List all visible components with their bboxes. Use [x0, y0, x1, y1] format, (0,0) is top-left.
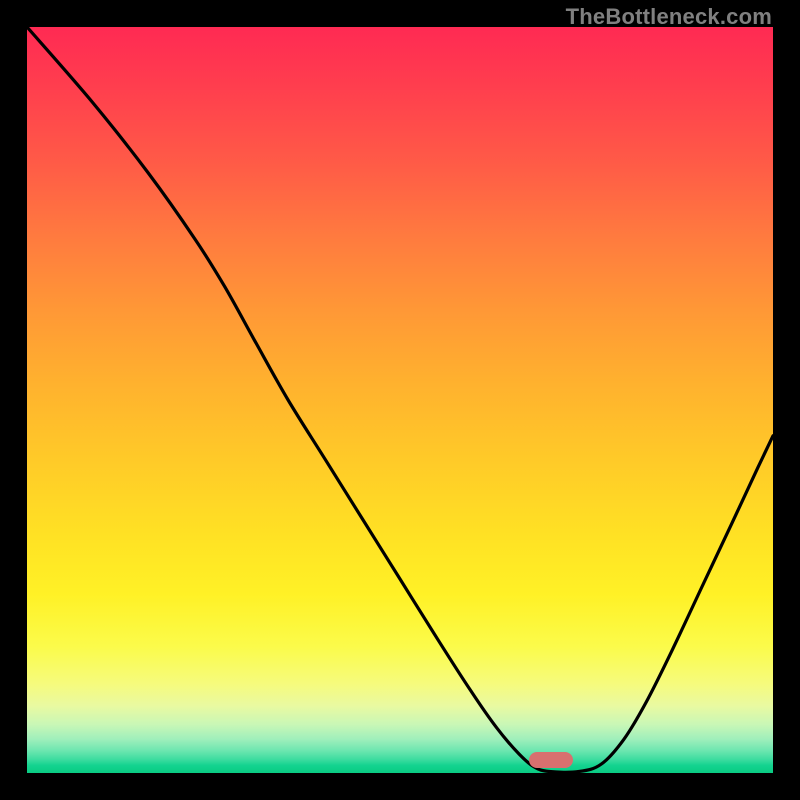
plot-area	[27, 27, 773, 773]
bottleneck-curve	[27, 27, 773, 773]
chart-frame: TheBottleneck.com	[0, 0, 800, 800]
watermark-text: TheBottleneck.com	[566, 4, 772, 30]
optimal-marker	[529, 752, 573, 768]
